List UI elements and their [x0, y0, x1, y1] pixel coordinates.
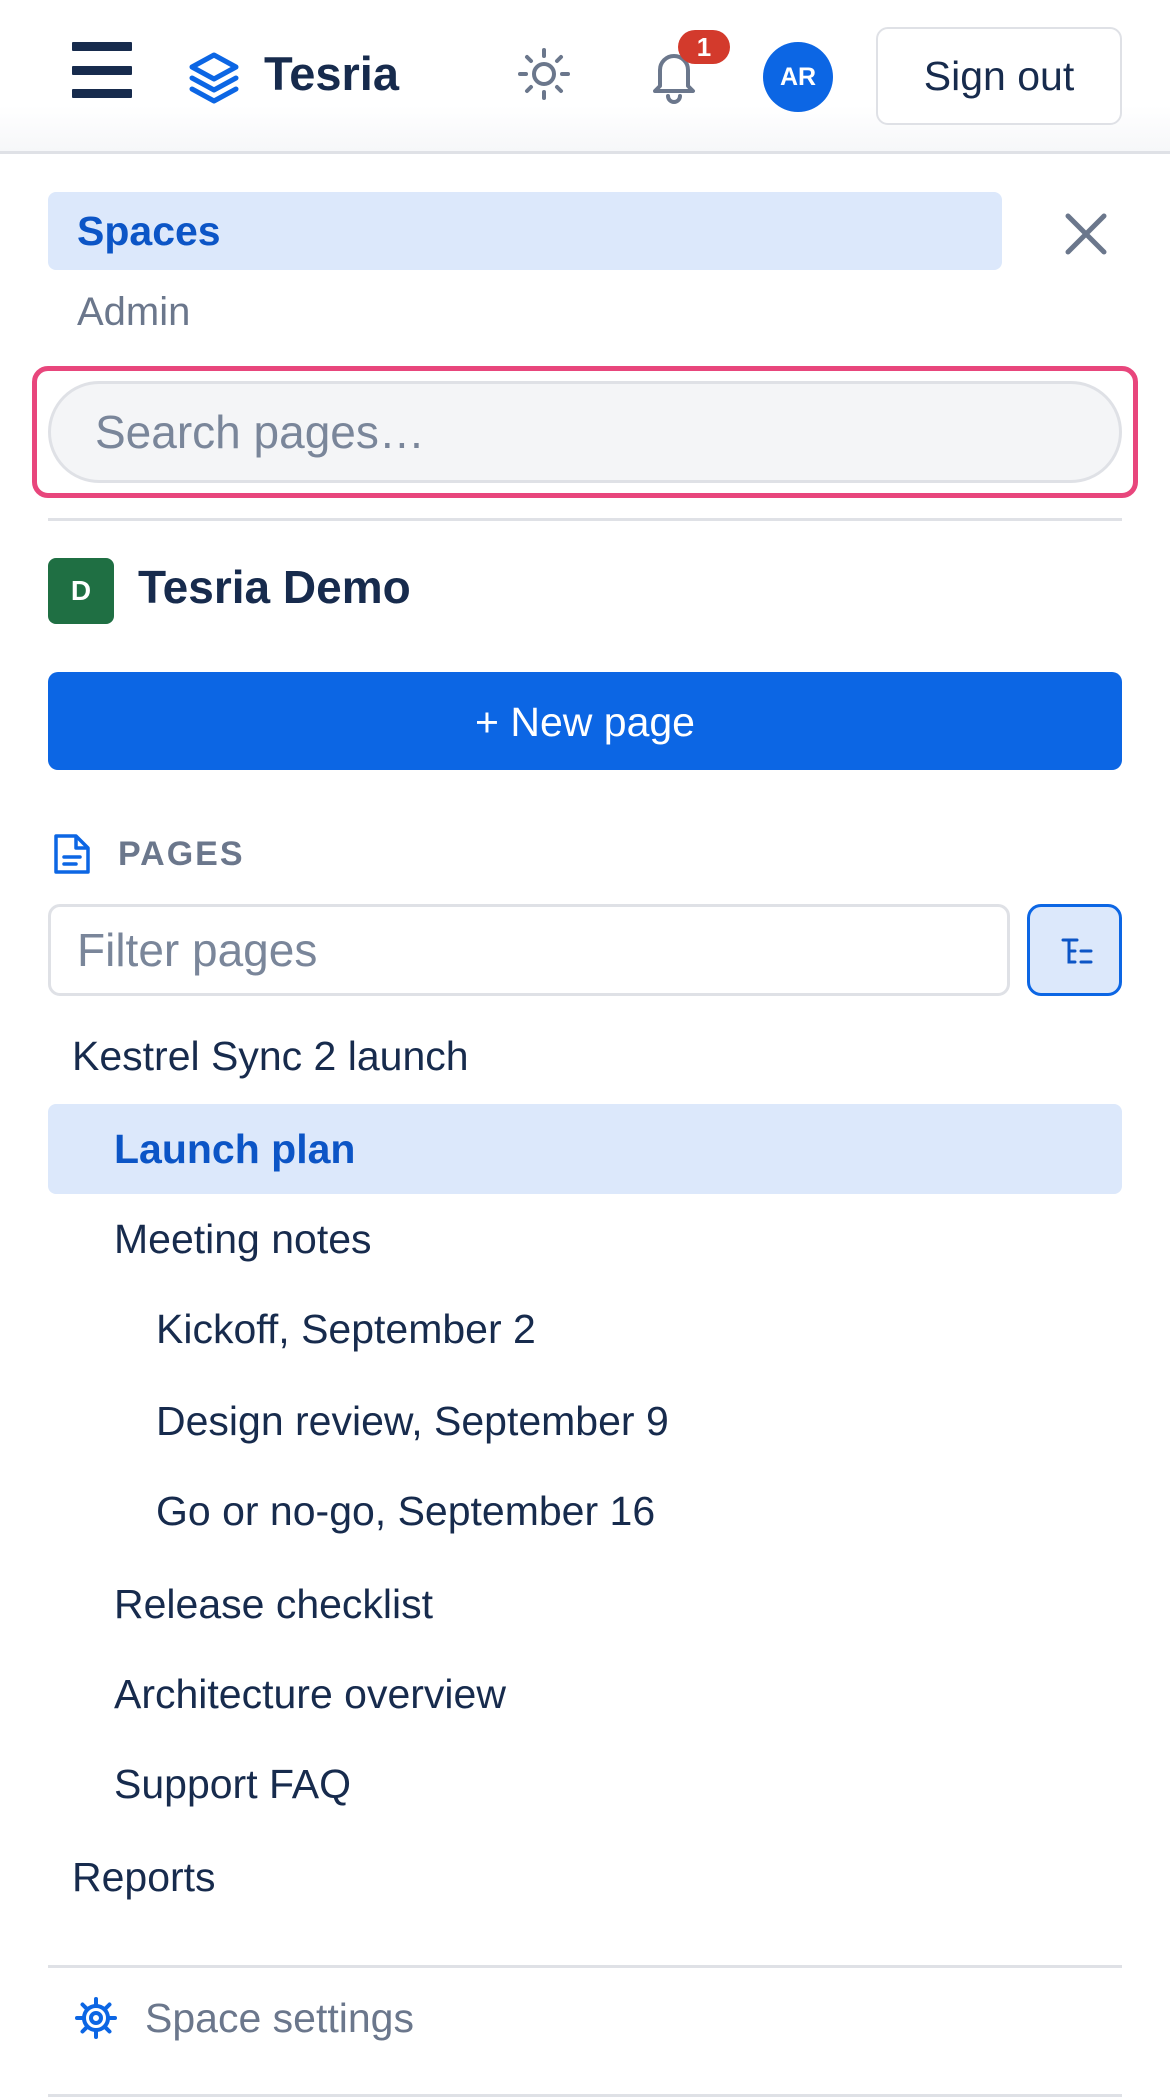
tree-item[interactable]: Release checklist	[48, 1559, 1122, 1649]
nav-item-spaces[interactable]: Spaces	[48, 192, 1002, 270]
gear-icon	[75, 1997, 117, 2039]
notification-count-badge: 1	[678, 30, 730, 64]
space-name: Tesria Demo	[138, 561, 411, 613]
layers-logo-icon	[189, 52, 239, 104]
tree-item[interactable]: Support FAQ	[48, 1739, 1122, 1829]
tree-structure-icon	[1061, 938, 1093, 964]
divider	[48, 1965, 1122, 1968]
tree-item[interactable]: Design review, September 9	[48, 1376, 1122, 1466]
sign-out-button[interactable]: Sign out	[876, 27, 1122, 125]
search-pages-input[interactable]	[48, 381, 1122, 483]
top-header: Tesria 1 AR Sign out	[0, 0, 1170, 154]
space-settings-link[interactable]: Space settings	[145, 1990, 414, 2046]
tree-view-toggle-button[interactable]	[1027, 904, 1122, 996]
nav-item-admin[interactable]: Admin	[77, 284, 190, 340]
divider	[48, 518, 1122, 521]
pages-heading: PAGES	[118, 835, 245, 873]
tree-item[interactable]: Kestrel Sync 2 launch	[48, 1011, 1122, 1101]
filter-pages-input[interactable]	[48, 904, 1010, 996]
tree-item[interactable]: Reports	[48, 1832, 1122, 1922]
user-avatar[interactable]: AR	[763, 42, 833, 112]
divider	[48, 2094, 1122, 2097]
tree-item[interactable]: Kickoff, September 2	[48, 1284, 1122, 1374]
space-avatar: D	[48, 558, 114, 624]
tree-item[interactable]: Go or no-go, September 16	[48, 1466, 1122, 1556]
sun-icon[interactable]	[516, 46, 572, 102]
new-page-button[interactable]: + New page	[48, 672, 1122, 770]
close-icon[interactable]	[1062, 210, 1110, 258]
brand-name: Tesria	[264, 47, 399, 100]
tree-item-active[interactable]: Launch plan	[48, 1104, 1122, 1194]
tree-item[interactable]: Meeting notes	[48, 1194, 1122, 1284]
tree-item[interactable]: Architecture overview	[48, 1649, 1122, 1739]
document-icon	[54, 834, 90, 874]
menu-icon[interactable]	[72, 42, 132, 98]
